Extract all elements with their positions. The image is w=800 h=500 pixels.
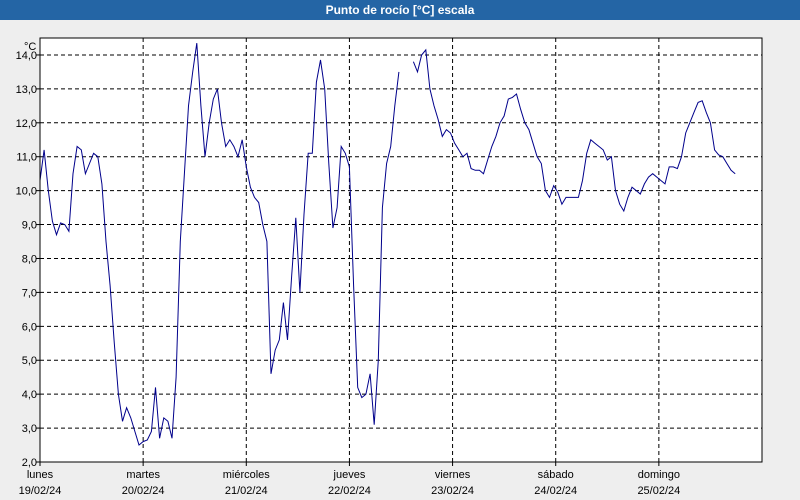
y-tick-label: 11,0 (16, 152, 37, 164)
y-tick-label: 2,0 (22, 457, 37, 469)
x-tick-day-label: martes (126, 469, 160, 481)
x-tick-date-label: 25/02/24 (637, 485, 680, 497)
y-tick-label: 4,0 (22, 389, 37, 401)
y-tick-label: 13,0 (16, 84, 37, 96)
x-tick-date-label: 22/02/24 (328, 485, 371, 497)
y-tick-label: 8,0 (22, 253, 37, 265)
x-tick-date-label: 19/02/24 (19, 485, 62, 497)
x-tick-date-label: 20/02/24 (122, 485, 165, 497)
y-tick-label: 10,0 (16, 186, 37, 198)
y-tick-label: 12,0 (16, 118, 37, 130)
x-tick-day-label: miércoles (223, 469, 271, 481)
y-tick-label: 6,0 (22, 321, 37, 333)
x-tick-day-label: sábado (538, 469, 574, 481)
y-tick-label: 9,0 (22, 220, 37, 232)
x-tick-date-label: 23/02/24 (431, 485, 474, 497)
y-tick-label: 3,0 (22, 423, 37, 435)
x-tick-date-label: 24/02/24 (534, 485, 577, 497)
x-tick-date-label: 21/02/24 (225, 485, 268, 497)
x-tick-day-label: lunes (27, 469, 54, 481)
x-tick-day-label: jueves (333, 469, 366, 481)
y-axis: 2,0 3,0 4,0 5,0 6,0 7,0 8,0 9,0 10,0 11,0 12,0 13,0… (16, 50, 40, 469)
x-tick-day-label: viernes (435, 469, 471, 481)
y-tick-label: 7,0 (22, 287, 37, 299)
y-axis-unit-label: °C (24, 41, 36, 53)
plot-area (40, 38, 762, 462)
x-tick-day-label: domingo (638, 469, 680, 481)
dew-point-chart: 2,0 3,0 4,0 5,0 6,0 7,0 8,0 9,0 10,0 11,0 12,0 13,0… (16, 37, 763, 497)
y-tick-label: 5,0 (22, 355, 37, 367)
x-axis: lunes 19/02/24 martes 20/02/24 miércoles 21/0… (19, 462, 680, 497)
